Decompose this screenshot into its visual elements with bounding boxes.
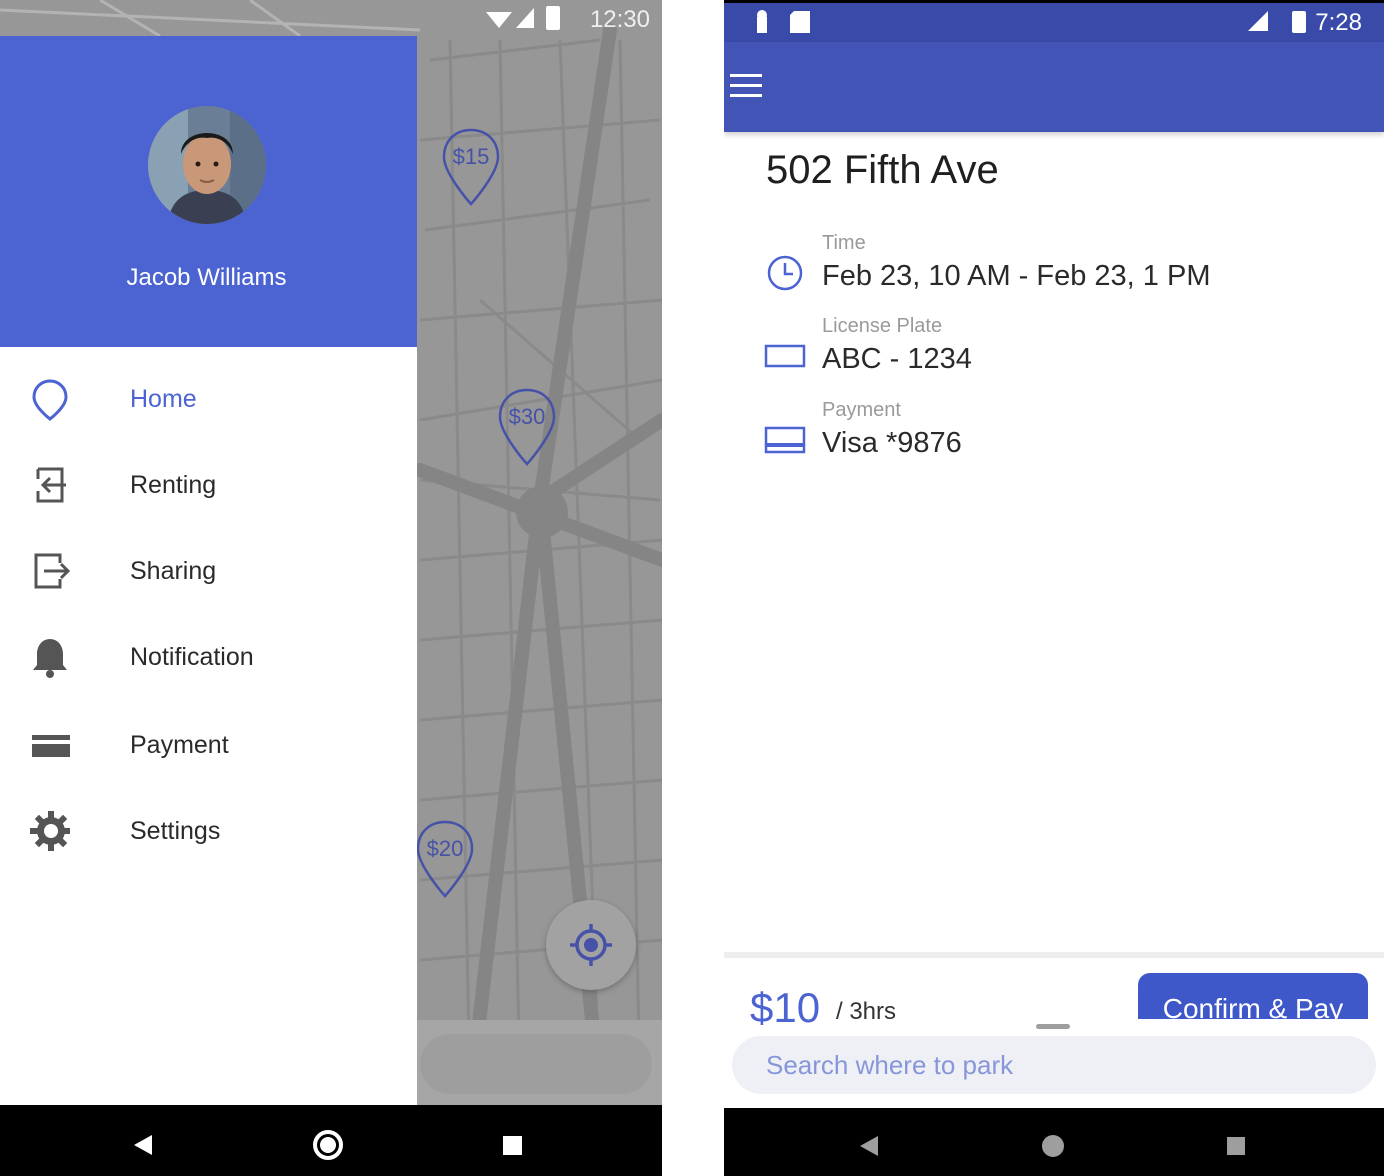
- price-marker[interactable]: $30: [498, 388, 556, 468]
- search-bar[interactable]: [732, 1036, 1376, 1094]
- detail-payment: Payment Visa *9876: [764, 399, 1364, 479]
- drawer-item-label: Home: [130, 385, 197, 413]
- clock-icon: [767, 255, 803, 291]
- map-search-bar[interactable]: [420, 1034, 652, 1094]
- right-phone-screen: 7:28 502 Fifth Ave Time Feb 23, 10 AM - …: [724, 0, 1384, 1176]
- user-name: Jacob Williams: [126, 264, 287, 291]
- my-location-icon: [570, 924, 612, 966]
- drawer-item-payment[interactable]: Payment: [0, 705, 417, 785]
- card-icon: [764, 426, 806, 454]
- card-icon: [32, 735, 70, 757]
- detail-license-plate: License Plate ABC - 1234: [764, 315, 1364, 395]
- system-navigation-bar: [0, 1105, 662, 1176]
- drawer-item-notification[interactable]: Notification: [0, 617, 417, 697]
- left-phone-screen: $15 $30 $20 12:30 Jacob Williams Home Re…: [0, 0, 662, 1176]
- back-icon[interactable]: [860, 1136, 878, 1156]
- status-bar: 12:30: [0, 0, 662, 36]
- price-marker[interactable]: $20: [416, 820, 474, 900]
- drawer-item-renting[interactable]: Renting: [0, 445, 417, 525]
- location-pin-icon: [32, 379, 68, 421]
- drawer-item-label: Payment: [130, 731, 229, 759]
- navigation-drawer: Jacob Williams Home Renting Sharing Noti…: [0, 36, 417, 1105]
- status-time: 7:28: [1315, 9, 1362, 36]
- drawer-item-label: Notification: [130, 643, 254, 671]
- license-plate-icon: [764, 344, 806, 368]
- notification-icons: [757, 10, 810, 33]
- detail-label: Payment: [822, 399, 901, 421]
- drawer-item-label: Sharing: [130, 557, 217, 585]
- sign-out-icon: [34, 553, 71, 589]
- detail-label: Time: [822, 232, 866, 254]
- system-navigation-bar: [724, 1108, 1384, 1176]
- drawer-item-label: Settings: [130, 817, 221, 845]
- drawer-item-label: Renting: [130, 471, 217, 499]
- avatar[interactable]: [148, 106, 266, 224]
- menu-icon[interactable]: [730, 74, 762, 98]
- search-input[interactable]: [766, 1048, 1326, 1082]
- detail-label: License Plate: [822, 315, 943, 337]
- app-bar: [724, 42, 1384, 132]
- price-duration: / 3hrs: [836, 998, 897, 1025]
- sd-card-icon: [790, 11, 810, 33]
- bottom-sheet-divider: [724, 952, 1384, 958]
- drawer-item-home[interactable]: Home: [0, 359, 417, 439]
- user-photo: [148, 106, 266, 224]
- detail-time: Time Feb 23, 10 AM - Feb 23, 1 PM: [764, 232, 1364, 312]
- recents-icon[interactable]: [1227, 1137, 1245, 1155]
- drawer-item-settings[interactable]: Settings: [0, 791, 417, 871]
- locate-button[interactable]: [546, 900, 636, 990]
- detail-value: ABC - 1234: [822, 343, 972, 375]
- sign-in-icon: [36, 467, 66, 503]
- home-icon[interactable]: [1042, 1135, 1064, 1157]
- price-marker[interactable]: $15: [442, 128, 500, 208]
- detail-value: Feb 23, 10 AM - Feb 23, 1 PM: [822, 260, 1211, 292]
- detail-value: Visa *9876: [822, 427, 962, 459]
- confirm-pay-button[interactable]: Confirm & Pay: [1138, 973, 1368, 1019]
- back-icon[interactable]: [134, 1135, 152, 1155]
- signal-icons: [486, 6, 560, 30]
- price-marker-label: $30: [508, 404, 546, 429]
- recents-icon[interactable]: [503, 1136, 522, 1155]
- drawer-item-sharing[interactable]: Sharing: [0, 531, 417, 611]
- bell-icon: [33, 639, 67, 678]
- drawer-header: Jacob Williams: [0, 36, 417, 347]
- price-marker-label: $20: [426, 836, 464, 861]
- price-amount: $10: [750, 984, 821, 1031]
- price-marker-label: $15: [452, 144, 490, 169]
- status-bar: 7:28: [724, 0, 1384, 42]
- home-icon-inner: [320, 1137, 336, 1153]
- status-time: 12:30: [589, 6, 650, 33]
- gear-icon: [30, 811, 70, 851]
- parking-address: 502 Fifth Ave: [766, 148, 999, 192]
- drag-handle[interactable]: [1036, 1024, 1070, 1029]
